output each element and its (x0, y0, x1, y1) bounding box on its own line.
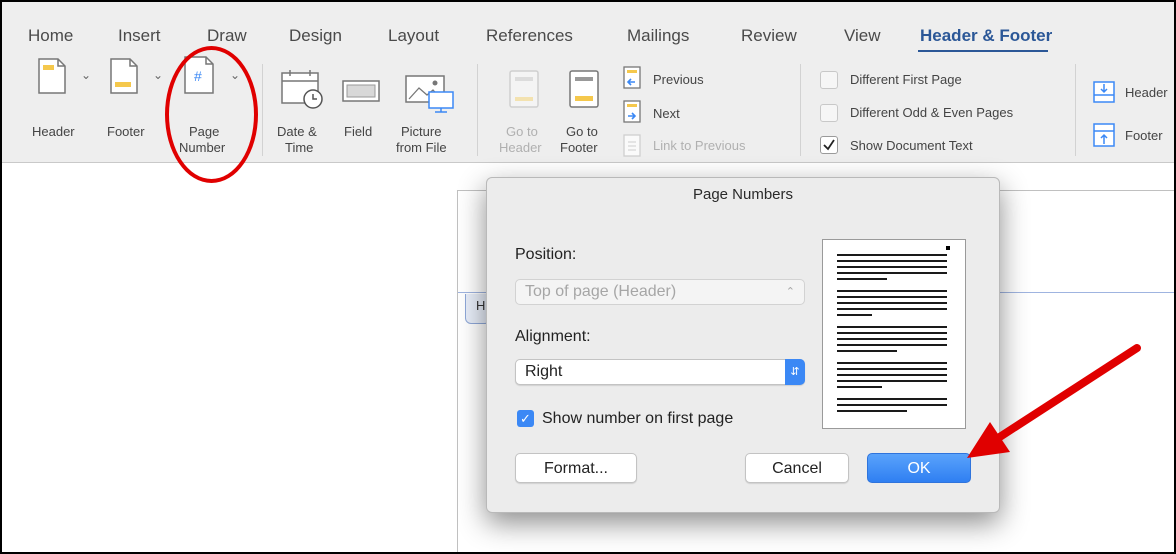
annotation-arrow-icon (967, 344, 1141, 458)
word-window: Home Insert Draw Design Layout Reference… (0, 0, 1176, 554)
